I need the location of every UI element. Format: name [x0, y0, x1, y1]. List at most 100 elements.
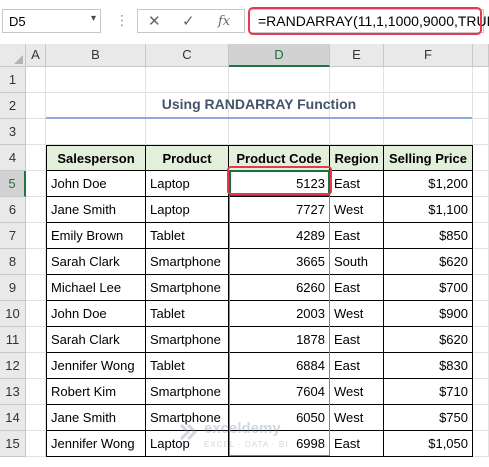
table-cell-product[interactable]: Smartphone: [146, 327, 229, 353]
table-cell-salesperson[interactable]: Jennifer Wong: [46, 353, 146, 379]
table-cell-selling-price[interactable]: $700: [384, 275, 473, 301]
table-cell-product[interactable]: Laptop: [146, 197, 229, 223]
table-cell-product[interactable]: Laptop: [146, 431, 229, 457]
formula-input[interactable]: =RANDARRAY(11,1,1000,9000,TRUE): [249, 9, 489, 33]
grid-cell[interactable]: [473, 67, 489, 93]
table-cell-product-code[interactable]: 7727: [229, 197, 330, 223]
grid-cell[interactable]: [384, 119, 473, 145]
grid-cell[interactable]: [229, 119, 330, 145]
table-cell-product[interactable]: Smartphone: [146, 275, 229, 301]
grid-cell[interactable]: [473, 223, 489, 249]
grid-cell[interactable]: [46, 119, 146, 145]
select-all-corner[interactable]: [0, 44, 26, 67]
row-header-5[interactable]: 5: [0, 171, 26, 197]
table-cell-product[interactable]: Smartphone: [146, 379, 229, 405]
table-header-product-code[interactable]: Product Code: [229, 145, 330, 171]
grid-cell[interactable]: [26, 301, 46, 327]
column-header-b[interactable]: B: [46, 44, 146, 67]
table-header-region[interactable]: Region: [330, 145, 384, 171]
table-cell-salesperson[interactable]: Jane Smith: [46, 405, 146, 431]
table-cell-region[interactable]: West: [330, 379, 384, 405]
grid-cell[interactable]: [330, 67, 384, 93]
grid-cell[interactable]: [46, 67, 146, 93]
table-cell-salesperson[interactable]: John Doe: [46, 171, 146, 197]
table-header-salesperson[interactable]: Salesperson: [46, 145, 146, 171]
table-cell-salesperson[interactable]: Jane Smith: [46, 197, 146, 223]
grid-cell[interactable]: [146, 119, 229, 145]
table-cell-salesperson[interactable]: Robert Kim: [46, 379, 146, 405]
grid-cell[interactable]: [26, 145, 46, 171]
grid-cell[interactable]: [229, 67, 330, 93]
table-cell-selling-price[interactable]: $620: [384, 249, 473, 275]
column-header-e[interactable]: E: [330, 44, 384, 67]
grid-cell[interactable]: [26, 327, 46, 353]
grid-cell[interactable]: [473, 119, 489, 145]
grid-cell[interactable]: [26, 197, 46, 223]
table-cell-product-code[interactable]: 6884: [229, 353, 330, 379]
name-box[interactable]: D5 ▾: [2, 9, 101, 33]
enter-icon[interactable]: ✓: [182, 12, 195, 30]
row-header-14[interactable]: 14: [0, 405, 26, 431]
grid-cell[interactable]: [26, 249, 46, 275]
table-cell-salesperson[interactable]: Michael Lee: [46, 275, 146, 301]
grid-cell[interactable]: [26, 405, 46, 431]
table-cell-region[interactable]: East: [330, 223, 384, 249]
drag-handle-icon[interactable]: ⋮: [115, 12, 130, 29]
column-header-f[interactable]: F: [384, 44, 473, 67]
table-cell-selling-price[interactable]: $750: [384, 405, 473, 431]
table-cell-selling-price[interactable]: $1,200: [384, 171, 473, 197]
grid-cell[interactable]: [26, 431, 46, 457]
grid-cell[interactable]: [473, 197, 489, 223]
grid-cell[interactable]: [26, 119, 46, 145]
table-cell-product-code[interactable]: 6050: [229, 405, 330, 431]
row-header-4[interactable]: 4: [0, 145, 26, 171]
row-header-11[interactable]: 11: [0, 327, 26, 353]
table-cell-region[interactable]: South: [330, 249, 384, 275]
table-cell-product-code[interactable]: 7604: [229, 379, 330, 405]
grid-cell[interactable]: [473, 379, 489, 405]
grid-cell[interactable]: [473, 171, 489, 197]
table-cell-salesperson[interactable]: Sarah Clark: [46, 249, 146, 275]
table-cell-selling-price[interactable]: $1,050: [384, 431, 473, 457]
table-cell-product[interactable]: Tablet: [146, 353, 229, 379]
table-cell-product-code[interactable]: 5123: [229, 171, 330, 197]
table-cell-product-code[interactable]: 3665: [229, 249, 330, 275]
column-header-d[interactable]: D: [229, 44, 330, 67]
table-cell-product[interactable]: Tablet: [146, 223, 229, 249]
row-header-13[interactable]: 13: [0, 379, 26, 405]
grid-cell[interactable]: [473, 301, 489, 327]
column-header-c[interactable]: C: [146, 44, 229, 67]
grid-cell[interactable]: [473, 249, 489, 275]
table-header-product[interactable]: Product: [146, 145, 229, 171]
table-header-selling-price[interactable]: Selling Price: [384, 145, 473, 171]
table-cell-region[interactable]: West: [330, 197, 384, 223]
row-header-2[interactable]: 2: [0, 93, 26, 119]
row-header-6[interactable]: 6: [0, 197, 26, 223]
insert-function-icon[interactable]: fx: [218, 14, 230, 29]
row-header-3[interactable]: 3: [0, 119, 26, 145]
table-cell-region[interactable]: West: [330, 405, 384, 431]
table-cell-product-code[interactable]: 6260: [229, 275, 330, 301]
row-header-7[interactable]: 7: [0, 223, 26, 249]
table-cell-product[interactable]: Tablet: [146, 301, 229, 327]
row-header-1[interactable]: 1: [0, 67, 26, 93]
grid-cell[interactable]: [26, 67, 46, 93]
table-cell-selling-price[interactable]: $710: [384, 379, 473, 405]
table-cell-region[interactable]: East: [330, 171, 384, 197]
row-header-12[interactable]: 12: [0, 353, 26, 379]
table-cell-product-code[interactable]: 6998: [229, 431, 330, 457]
grid-cell[interactable]: [473, 145, 489, 171]
table-cell-region[interactable]: East: [330, 353, 384, 379]
table-cell-product-code[interactable]: 4289: [229, 223, 330, 249]
grid-cell[interactable]: [384, 67, 473, 93]
grid-cell[interactable]: [26, 275, 46, 301]
grid-cell[interactable]: [26, 93, 46, 119]
table-cell-salesperson[interactable]: Sarah Clark: [46, 327, 146, 353]
grid-cell[interactable]: [26, 223, 46, 249]
table-cell-selling-price[interactable]: $830: [384, 353, 473, 379]
grid-cell[interactable]: [146, 67, 229, 93]
table-cell-region[interactable]: West: [330, 301, 384, 327]
table-cell-region[interactable]: East: [330, 327, 384, 353]
row-header-10[interactable]: 10: [0, 301, 26, 327]
table-cell-selling-price[interactable]: $1,100: [384, 197, 473, 223]
